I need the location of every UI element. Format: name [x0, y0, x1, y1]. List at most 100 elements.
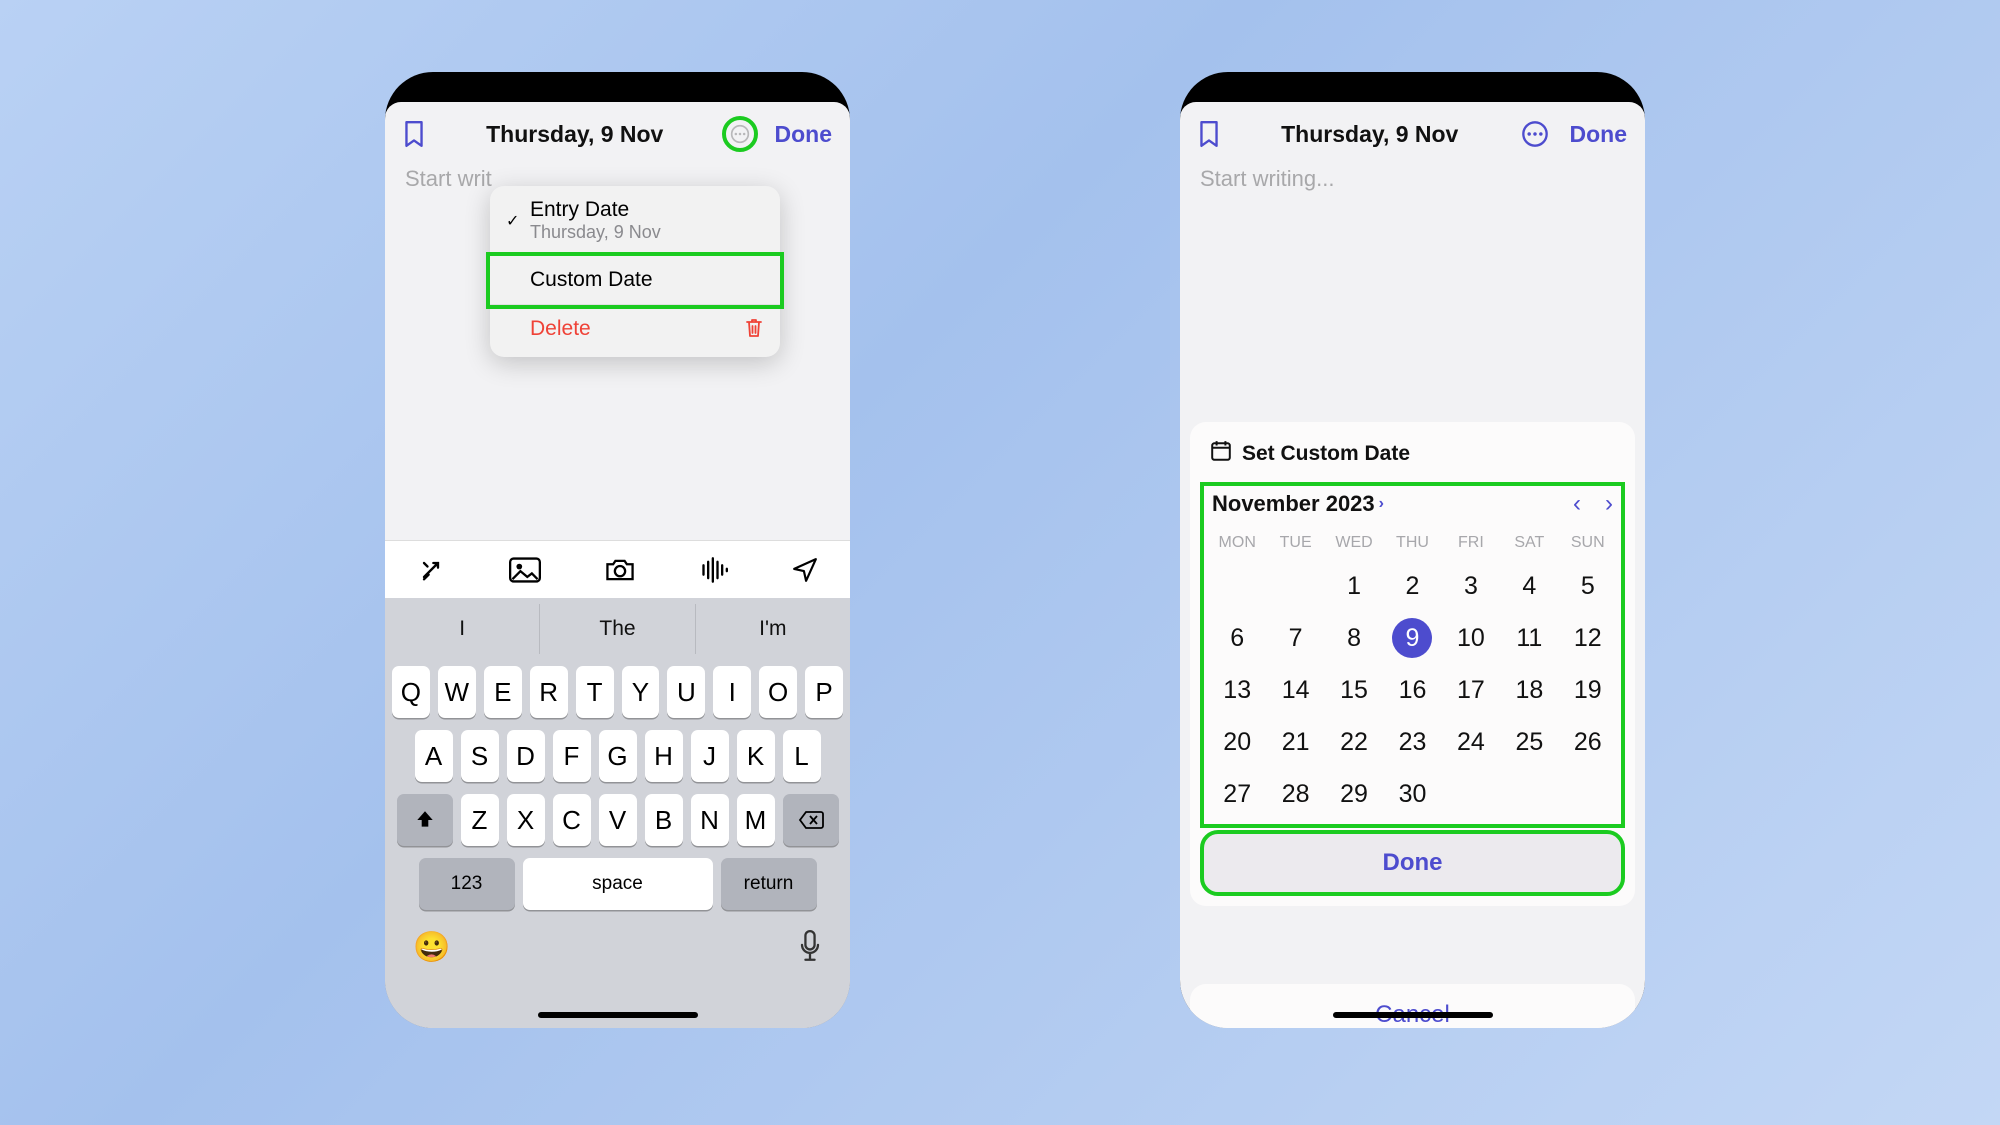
- card-title: Set Custom Date: [1242, 442, 1410, 466]
- home-indicator[interactable]: [538, 1012, 698, 1018]
- calendar-day[interactable]: 15: [1325, 664, 1383, 716]
- calendar-day[interactable]: 1: [1325, 560, 1383, 612]
- calendar-day[interactable]: 21: [1266, 716, 1324, 768]
- month-selector[interactable]: November 2023 ›: [1212, 491, 1384, 517]
- calendar-day[interactable]: 17: [1442, 664, 1500, 716]
- key-d[interactable]: D: [507, 730, 545, 782]
- mic-icon[interactable]: [798, 930, 822, 967]
- home-indicator[interactable]: [1333, 1012, 1493, 1018]
- key-x[interactable]: X: [507, 794, 545, 846]
- key-s[interactable]: S: [461, 730, 499, 782]
- menu-item-custom-date[interactable]: Custom Date: [490, 256, 780, 305]
- calendar-day[interactable]: 7: [1266, 612, 1324, 664]
- phone-left: Thursday, 9 Nov Done Start writ ✓ Entry …: [385, 72, 850, 1028]
- calendar-day[interactable]: 12: [1559, 612, 1617, 664]
- ios-keyboard: I The I'm QWERTYUIOP ASDFGHJKL ZXCVBNM 1…: [385, 598, 850, 1028]
- key-backspace[interactable]: [783, 794, 839, 846]
- editor-textarea[interactable]: Start writing...: [1180, 166, 1645, 192]
- suggestion[interactable]: I: [385, 604, 540, 654]
- weekday-label: SUN: [1559, 534, 1617, 552]
- calendar-day[interactable]: 30: [1383, 768, 1441, 820]
- key-o[interactable]: O: [759, 666, 797, 718]
- key-k[interactable]: K: [737, 730, 775, 782]
- bookmark-icon[interactable]: [1198, 120, 1220, 148]
- key-n[interactable]: N: [691, 794, 729, 846]
- calendar-day[interactable]: 14: [1266, 664, 1324, 716]
- key-w[interactable]: W: [438, 666, 476, 718]
- calendar-day[interactable]: 10: [1442, 612, 1500, 664]
- key-space[interactable]: space: [523, 858, 713, 910]
- menu-item-sublabel: Thursday, 9 Nov: [530, 222, 661, 243]
- key-m[interactable]: M: [737, 794, 775, 846]
- more-icon[interactable]: [1519, 118, 1551, 150]
- calendar-day[interactable]: 24: [1442, 716, 1500, 768]
- calendar-day[interactable]: 20: [1208, 716, 1266, 768]
- more-icon[interactable]: [724, 118, 756, 150]
- key-y[interactable]: Y: [622, 666, 660, 718]
- audio-icon[interactable]: [700, 557, 728, 583]
- key-j[interactable]: J: [691, 730, 729, 782]
- key-e[interactable]: E: [484, 666, 522, 718]
- key-c[interactable]: C: [553, 794, 591, 846]
- calendar-day[interactable]: 25: [1500, 716, 1558, 768]
- suggestion[interactable]: The: [540, 604, 695, 654]
- key-g[interactable]: G: [599, 730, 637, 782]
- key-t[interactable]: T: [576, 666, 614, 718]
- bookmark-icon[interactable]: [403, 120, 425, 148]
- calendar-day[interactable]: 29: [1325, 768, 1383, 820]
- key-p[interactable]: P: [805, 666, 843, 718]
- key-r[interactable]: R: [530, 666, 568, 718]
- calendar-day[interactable]: 26: [1559, 716, 1617, 768]
- calendar-day[interactable]: 5: [1559, 560, 1617, 612]
- key-v[interactable]: V: [599, 794, 637, 846]
- calendar-day[interactable]: 18: [1500, 664, 1558, 716]
- calendar-day[interactable]: 4: [1500, 560, 1558, 612]
- menu-item-label: Delete: [530, 317, 591, 345]
- gallery-icon[interactable]: [509, 557, 541, 583]
- key-f[interactable]: F: [553, 730, 591, 782]
- key-u[interactable]: U: [667, 666, 705, 718]
- calendar-day[interactable]: 3: [1442, 560, 1500, 612]
- key-return[interactable]: return: [721, 858, 817, 910]
- date-picker-card: Set Custom Date November 2023 › ‹ › MONT…: [1190, 422, 1635, 906]
- prev-month-icon[interactable]: ‹: [1573, 490, 1581, 518]
- next-month-icon[interactable]: ›: [1605, 490, 1613, 518]
- emoji-icon[interactable]: 😀: [413, 930, 450, 967]
- key-i[interactable]: I: [713, 666, 751, 718]
- suggestion[interactable]: I'm: [696, 604, 850, 654]
- camera-icon[interactable]: [604, 557, 636, 583]
- done-button[interactable]: Done: [1569, 121, 1627, 148]
- calendar-day[interactable]: 6: [1208, 612, 1266, 664]
- context-menu: ✓ Entry Date Thursday, 9 Nov Custom Date…: [490, 186, 780, 357]
- key-b[interactable]: B: [645, 794, 683, 846]
- menu-item-delete[interactable]: Delete: [490, 305, 780, 357]
- done-button[interactable]: Done: [774, 121, 832, 148]
- calendar-day[interactable]: 19: [1559, 664, 1617, 716]
- calendar-day[interactable]: 22: [1325, 716, 1383, 768]
- key-shift[interactable]: [397, 794, 453, 846]
- key-numbers[interactable]: 123: [419, 858, 515, 910]
- calendar-day[interactable]: 23: [1383, 716, 1441, 768]
- calendar-day[interactable]: 28: [1266, 768, 1324, 820]
- location-icon[interactable]: [792, 557, 818, 583]
- calendar-day[interactable]: 9: [1383, 612, 1441, 664]
- calendar-day[interactable]: 2: [1383, 560, 1441, 612]
- key-l[interactable]: L: [783, 730, 821, 782]
- key-z[interactable]: Z: [461, 794, 499, 846]
- sparkle-icon[interactable]: [417, 556, 445, 584]
- calendar-day[interactable]: 8: [1325, 612, 1383, 664]
- calendar-day[interactable]: 11: [1500, 612, 1558, 664]
- key-h[interactable]: H: [645, 730, 683, 782]
- datepicker-cancel-button[interactable]: Cancel: [1190, 984, 1635, 1028]
- header-right: Done: [724, 118, 832, 150]
- key-q[interactable]: Q: [392, 666, 430, 718]
- editor-sheet: Thursday, 9 Nov Done Start writ ✓ Entry …: [385, 102, 850, 1028]
- key-a[interactable]: A: [415, 730, 453, 782]
- calendar-day[interactable]: 27: [1208, 768, 1266, 820]
- calendar-day[interactable]: 16: [1383, 664, 1441, 716]
- menu-item-entry-date[interactable]: ✓ Entry Date Thursday, 9 Nov: [490, 186, 780, 256]
- weekday-label: THU: [1383, 534, 1441, 552]
- chevron-right-icon: ›: [1379, 495, 1384, 513]
- calendar-day[interactable]: 13: [1208, 664, 1266, 716]
- datepicker-done-button[interactable]: Done: [1204, 834, 1621, 892]
